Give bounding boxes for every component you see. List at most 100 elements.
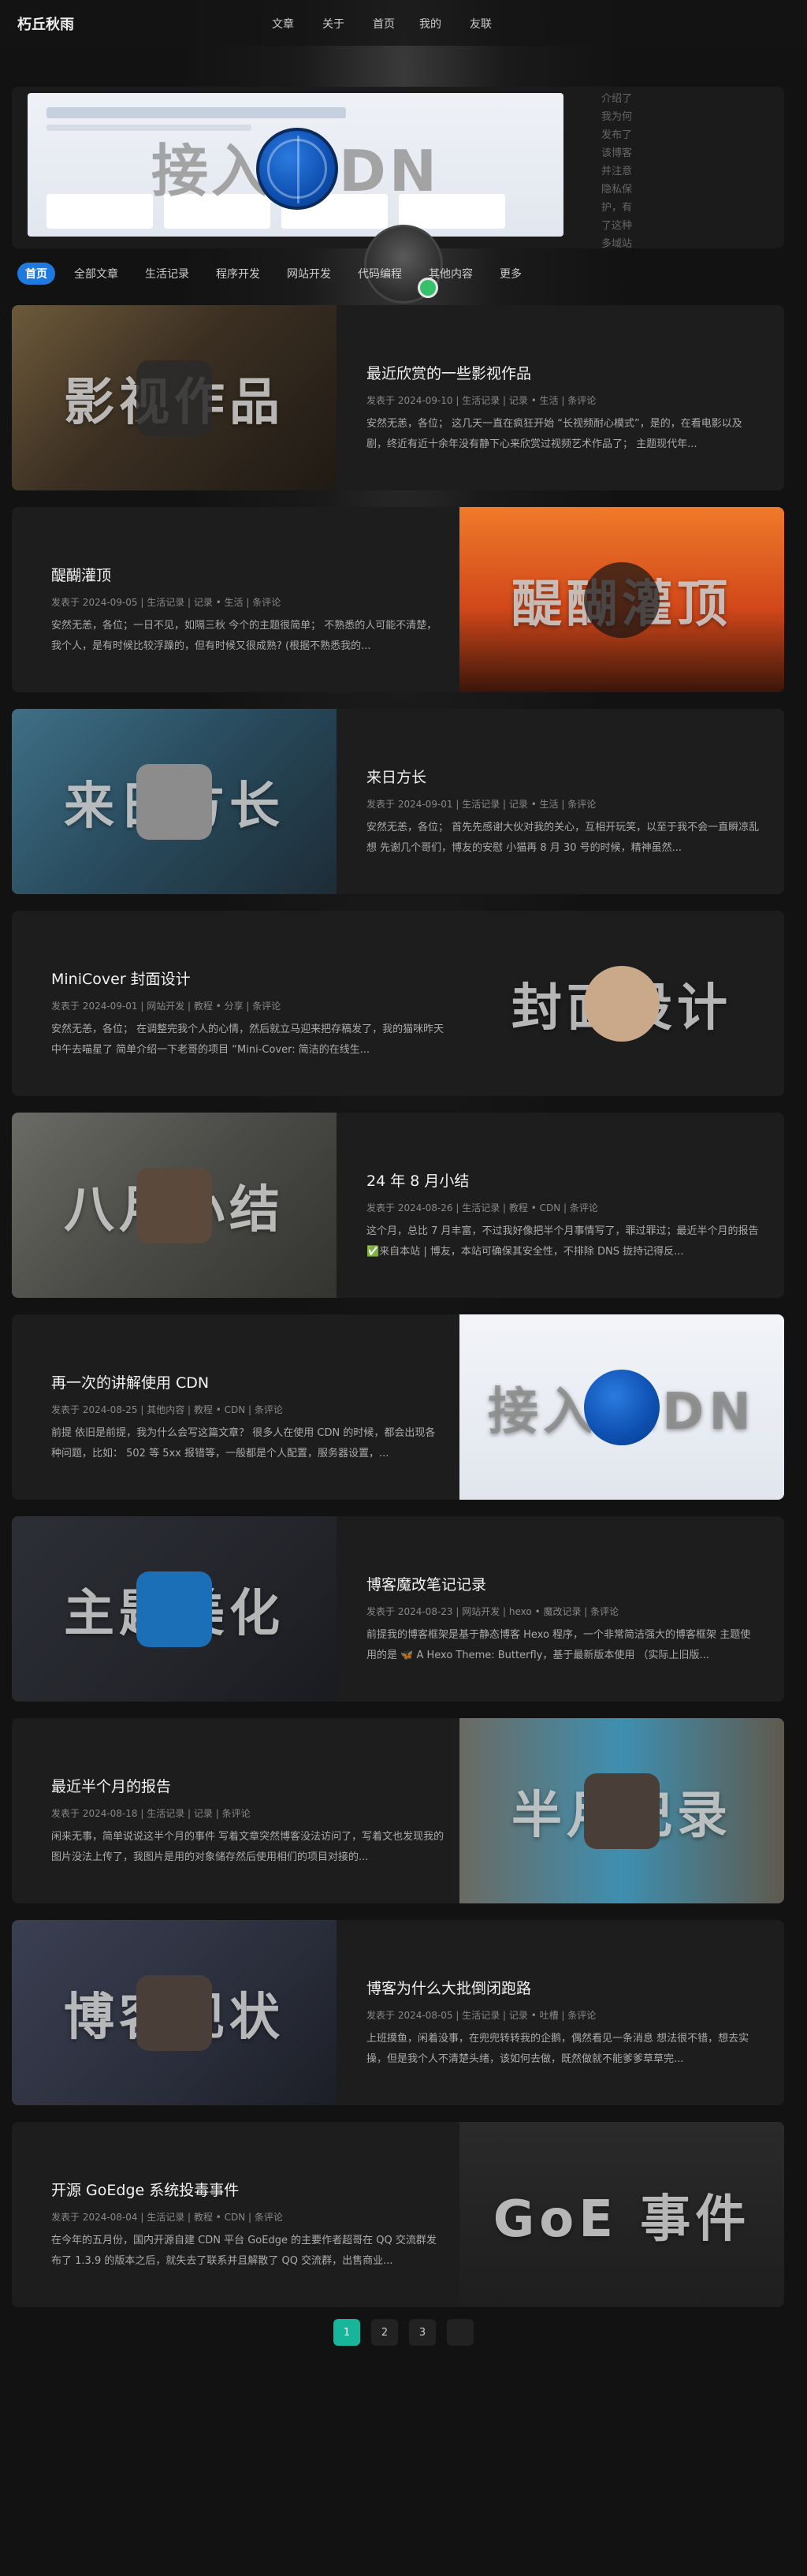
post-meta: 发表于 2024-09-01 | 网站开发 | 教程 • 分享 | 条评论 [51,1001,281,1012]
menu-item-about[interactable]: 关于 [318,16,348,32]
hero-banner[interactable]: 接入 CDN 介绍了我为何发布了该博客并注意隐私保护，有了这种多域站点的经验之后… [12,87,784,248]
post-info: 开源 GoEdge 系统投毒事件 发表于 2024-08-04 | 生活记录 |… [43,2122,473,2307]
post-info: 博客为什么大批倒闭跑路 发表于 2024-08-05 | 生活记录 | 记录 •… [359,1920,784,2105]
hero-side-text: 介绍了我为何发布了该博客并注意隐私保护，有了这种多域站点的经验之后可以很清晰地查… [601,93,633,248]
tab-webdev[interactable]: 网站开发 [279,263,339,285]
post-info: 醍醐灌顶 发表于 2024-09-05 | 生活记录 | 记录 • 生活 | 条… [43,507,473,692]
menu-item-friends[interactable]: 友联 [466,16,496,32]
post-meta: 发表于 2024-09-01 | 生活记录 | 记录 • 生活 | 条评论 [366,799,597,810]
post-info: 最近半个月的报告 发表于 2024-08-18 | 生活记录 | 记录 | 条评… [43,1718,473,1903]
site-logo[interactable]: 朽丘秋雨 [17,13,74,34]
post-excerpt: 前提我的博客框架是基于静态博客 Hexo 程序，一个非常简洁强大的博客框架 主题… [366,1629,751,1661]
post-title[interactable]: 开源 GoEdge 系统投毒事件 [51,2179,239,2200]
post-card[interactable]: 醍醐灌顶 发表于 2024-09-05 | 生活记录 | 记录 • 生活 | 条… [12,507,784,692]
post-info: 最近欣赏的一些影视作品 发表于 2024-09-10 | 生活记录 | 记录 •… [359,305,784,490]
post-excerpt: 上班摸鱼，闲着没事，在兜兜转转我的企鹅，偶然看见一条消息 想法很不错，想去实操，… [366,2033,749,2065]
menu-label: 关于 [322,18,344,31]
post-excerpt: 安然无恙，各位；一日不见，如隔三秋 今个的主题很简单； 不熟悉的人可能不清楚，我… [51,620,437,652]
post-thumbnail[interactable]: 八月小结 [12,1113,337,1298]
tab-coding[interactable]: 代码编程 [350,263,410,285]
tab-programming[interactable]: 程序开发 [208,263,268,285]
post-card[interactable]: 博客现状 博客为什么大批倒闭跑路 发表于 2024-08-05 | 生活记录 |… [12,1920,784,2105]
post-meta: 发表于 2024-09-05 | 生活记录 | 记录 • 生活 | 条评论 [51,597,281,608]
avatar-icon [136,1167,212,1243]
hero-image: 接入 CDN [28,93,563,237]
post-title[interactable]: 醍醐灌顶 [51,564,111,585]
tab-all-articles[interactable]: 全部文章 [66,263,126,285]
post-card[interactable]: 最近半个月的报告 发表于 2024-08-18 | 生活记录 | 记录 | 条评… [12,1718,784,1903]
post-excerpt: 在今年的五月份，国内开源自建 CDN 平台 GoEdge 的主要作者超哥在 QQ… [51,2235,437,2267]
avatar-icon [584,965,660,1042]
post-thumbnail[interactable]: 封面设计 [459,911,784,1096]
category-tabs: 首页 全部文章 生活记录 程序开发 网站开发 代码编程 其他内容 更多 [17,263,530,285]
post-info: MiniCover 封面设计 发表于 2024-09-01 | 网站开发 | 教… [43,911,473,1096]
movie-icon [136,360,212,436]
post-info: 24 年 8 月小结 发表于 2024-08-26 | 生活记录 | 教程 • … [359,1113,784,1298]
tab-home[interactable]: 首页 [17,263,55,285]
menu-label: 友联 [470,18,492,31]
top-nav: 朽丘秋雨 文章 关于 首页 我的 友联 [0,0,807,46]
post-card[interactable]: 影视作品 最近欣赏的一些影视作品 发表于 2024-09-10 | 生活记录 |… [12,305,784,490]
main-menu: 文章 关于 首页 我的 友联 [268,16,496,32]
post-thumbnail[interactable]: 来日方长 [12,709,337,894]
post-excerpt: 安然无恙，各位； 这几天一直在疯狂开始 “长视频耐心模式”，是的，在看电影以及剧… [366,418,742,450]
post-meta: 发表于 2024-08-26 | 生活记录 | 教程 • CDN | 条评论 [366,1202,598,1213]
post-excerpt: 前提 依旧是前提，我为什么会写这篇文章？ 很多人在使用 CDN 的时候，都会出现… [51,1427,436,1459]
post-thumbnail[interactable]: 接入 CDN [459,1314,784,1500]
post-meta: 发表于 2024-08-18 | 生活记录 | 记录 | 条评论 [51,1808,251,1819]
post-card[interactable]: 开源 GoEdge 系统投毒事件 发表于 2024-08-04 | 生活记录 |… [12,2122,784,2307]
avatar-icon [136,1974,212,2051]
page-button[interactable]: 3 [409,2319,436,2346]
goedge-icon [584,2177,660,2253]
cat-icon [136,763,212,840]
meditation-icon [584,561,660,638]
post-excerpt: 安然无恙，各位； 首先先感谢大伙对我的关心，互相开玩笑，以至于我不会一直瞬凉乱想… [366,822,760,854]
post-card[interactable]: MiniCover 封面设计 发表于 2024-09-01 | 网站开发 | 教… [12,911,784,1096]
post-title[interactable]: 博客魔改笔记记录 [366,1573,486,1594]
post-title[interactable]: 24 年 8 月小结 [366,1169,469,1191]
tab-more[interactable]: 更多 [492,263,530,285]
menu-label: 文章 [272,18,294,31]
tab-life[interactable]: 生活记录 [137,263,197,285]
menu-label: 我的 [419,18,441,31]
page: 朽丘秋雨 文章 关于 首页 我的 友联 接入 CDN 介绍了我为何发布了该博客并… [0,0,807,2576]
post-info: 来日方长 发表于 2024-09-01 | 生活记录 | 记录 • 生活 | 条… [359,709,784,894]
post-card[interactable]: 主题美化 博客魔改笔记记录 发表于 2024-08-23 | 网站开发 | he… [12,1516,784,1702]
avatar-icon [584,1773,660,1849]
post-thumbnail[interactable]: 博客现状 [12,1920,337,2105]
post-card[interactable]: 来日方长 来日方长 发表于 2024-09-01 | 生活记录 | 记录 • 生… [12,709,784,894]
post-title[interactable]: 博客为什么大批倒闭跑路 [366,1977,531,1998]
post-meta: 发表于 2024-09-10 | 生活记录 | 记录 • 生活 | 条评论 [366,395,597,406]
menu-label: 首页 [373,18,395,31]
post-title[interactable]: 再一次的讲解使用 CDN [51,1371,209,1392]
page-button[interactable]: 1 [333,2319,360,2346]
post-title[interactable]: 来日方长 [366,766,426,787]
post-excerpt: 闲来无事，简单说说这半个月的事件 写着文章突然博客没法访问了，写着文也发现我的图… [51,1831,444,1863]
menu-item-home[interactable]: 首页 [369,16,395,32]
chevron-right-icon[interactable] [447,2319,474,2346]
post-thumbnail[interactable]: 醍醐灌顶 [459,507,784,692]
post-title[interactable]: 最近半个月的报告 [51,1775,171,1796]
post-excerpt: 安然无恙，各位； 在调整完我个人的心情，然后就立马迎来把存稿发了，我的猫咪昨天中… [51,1023,444,1056]
post-meta: 发表于 2024-08-25 | 其他内容 | 教程 • CDN | 条评论 [51,1404,283,1415]
post-excerpt: 这个月，总比 7 月丰富，不过我好像把半个月事情写了，罪过罪过；最近半个月的报告… [366,1225,759,1258]
hexo-icon [136,1571,212,1647]
post-card[interactable]: 再一次的讲解使用 CDN 发表于 2024-08-25 | 其他内容 | 教程 … [12,1314,784,1500]
post-info: 再一次的讲解使用 CDN 发表于 2024-08-25 | 其他内容 | 教程 … [43,1314,473,1500]
post-meta: 发表于 2024-08-04 | 生活记录 | 教程 • CDN | 条评论 [51,2212,283,2223]
post-title[interactable]: 最近欣赏的一些影视作品 [366,362,531,383]
post-title[interactable]: MiniCover 封面设计 [51,967,191,989]
post-card[interactable]: 八月小结 24 年 8 月小结 发表于 2024-08-26 | 生活记录 | … [12,1113,784,1298]
page-button[interactable]: 2 [371,2319,398,2346]
menu-item-articles[interactable]: 文章 [268,16,298,32]
post-info: 博客魔改笔记记录 发表于 2024-08-23 | 网站开发 | hexo • … [359,1516,784,1702]
tab-other[interactable]: 其他内容 [421,263,481,285]
menu-item-mine[interactable]: 我的 [415,16,445,32]
post-thumbnail[interactable]: 主题美化 [12,1516,337,1702]
post-meta: 发表于 2024-08-05 | 生活记录 | 记录 • 吐槽 | 条评论 [366,2010,597,2021]
globe-icon [584,1369,660,1445]
post-thumbnail[interactable]: GoE 事件 [459,2122,784,2307]
post-meta: 发表于 2024-08-23 | 网站开发 | hexo • 魔改记录 | 条评… [366,1606,619,1617]
post-thumbnail[interactable]: 半月记录 [459,1718,784,1903]
post-thumbnail[interactable]: 影视作品 [12,305,337,490]
